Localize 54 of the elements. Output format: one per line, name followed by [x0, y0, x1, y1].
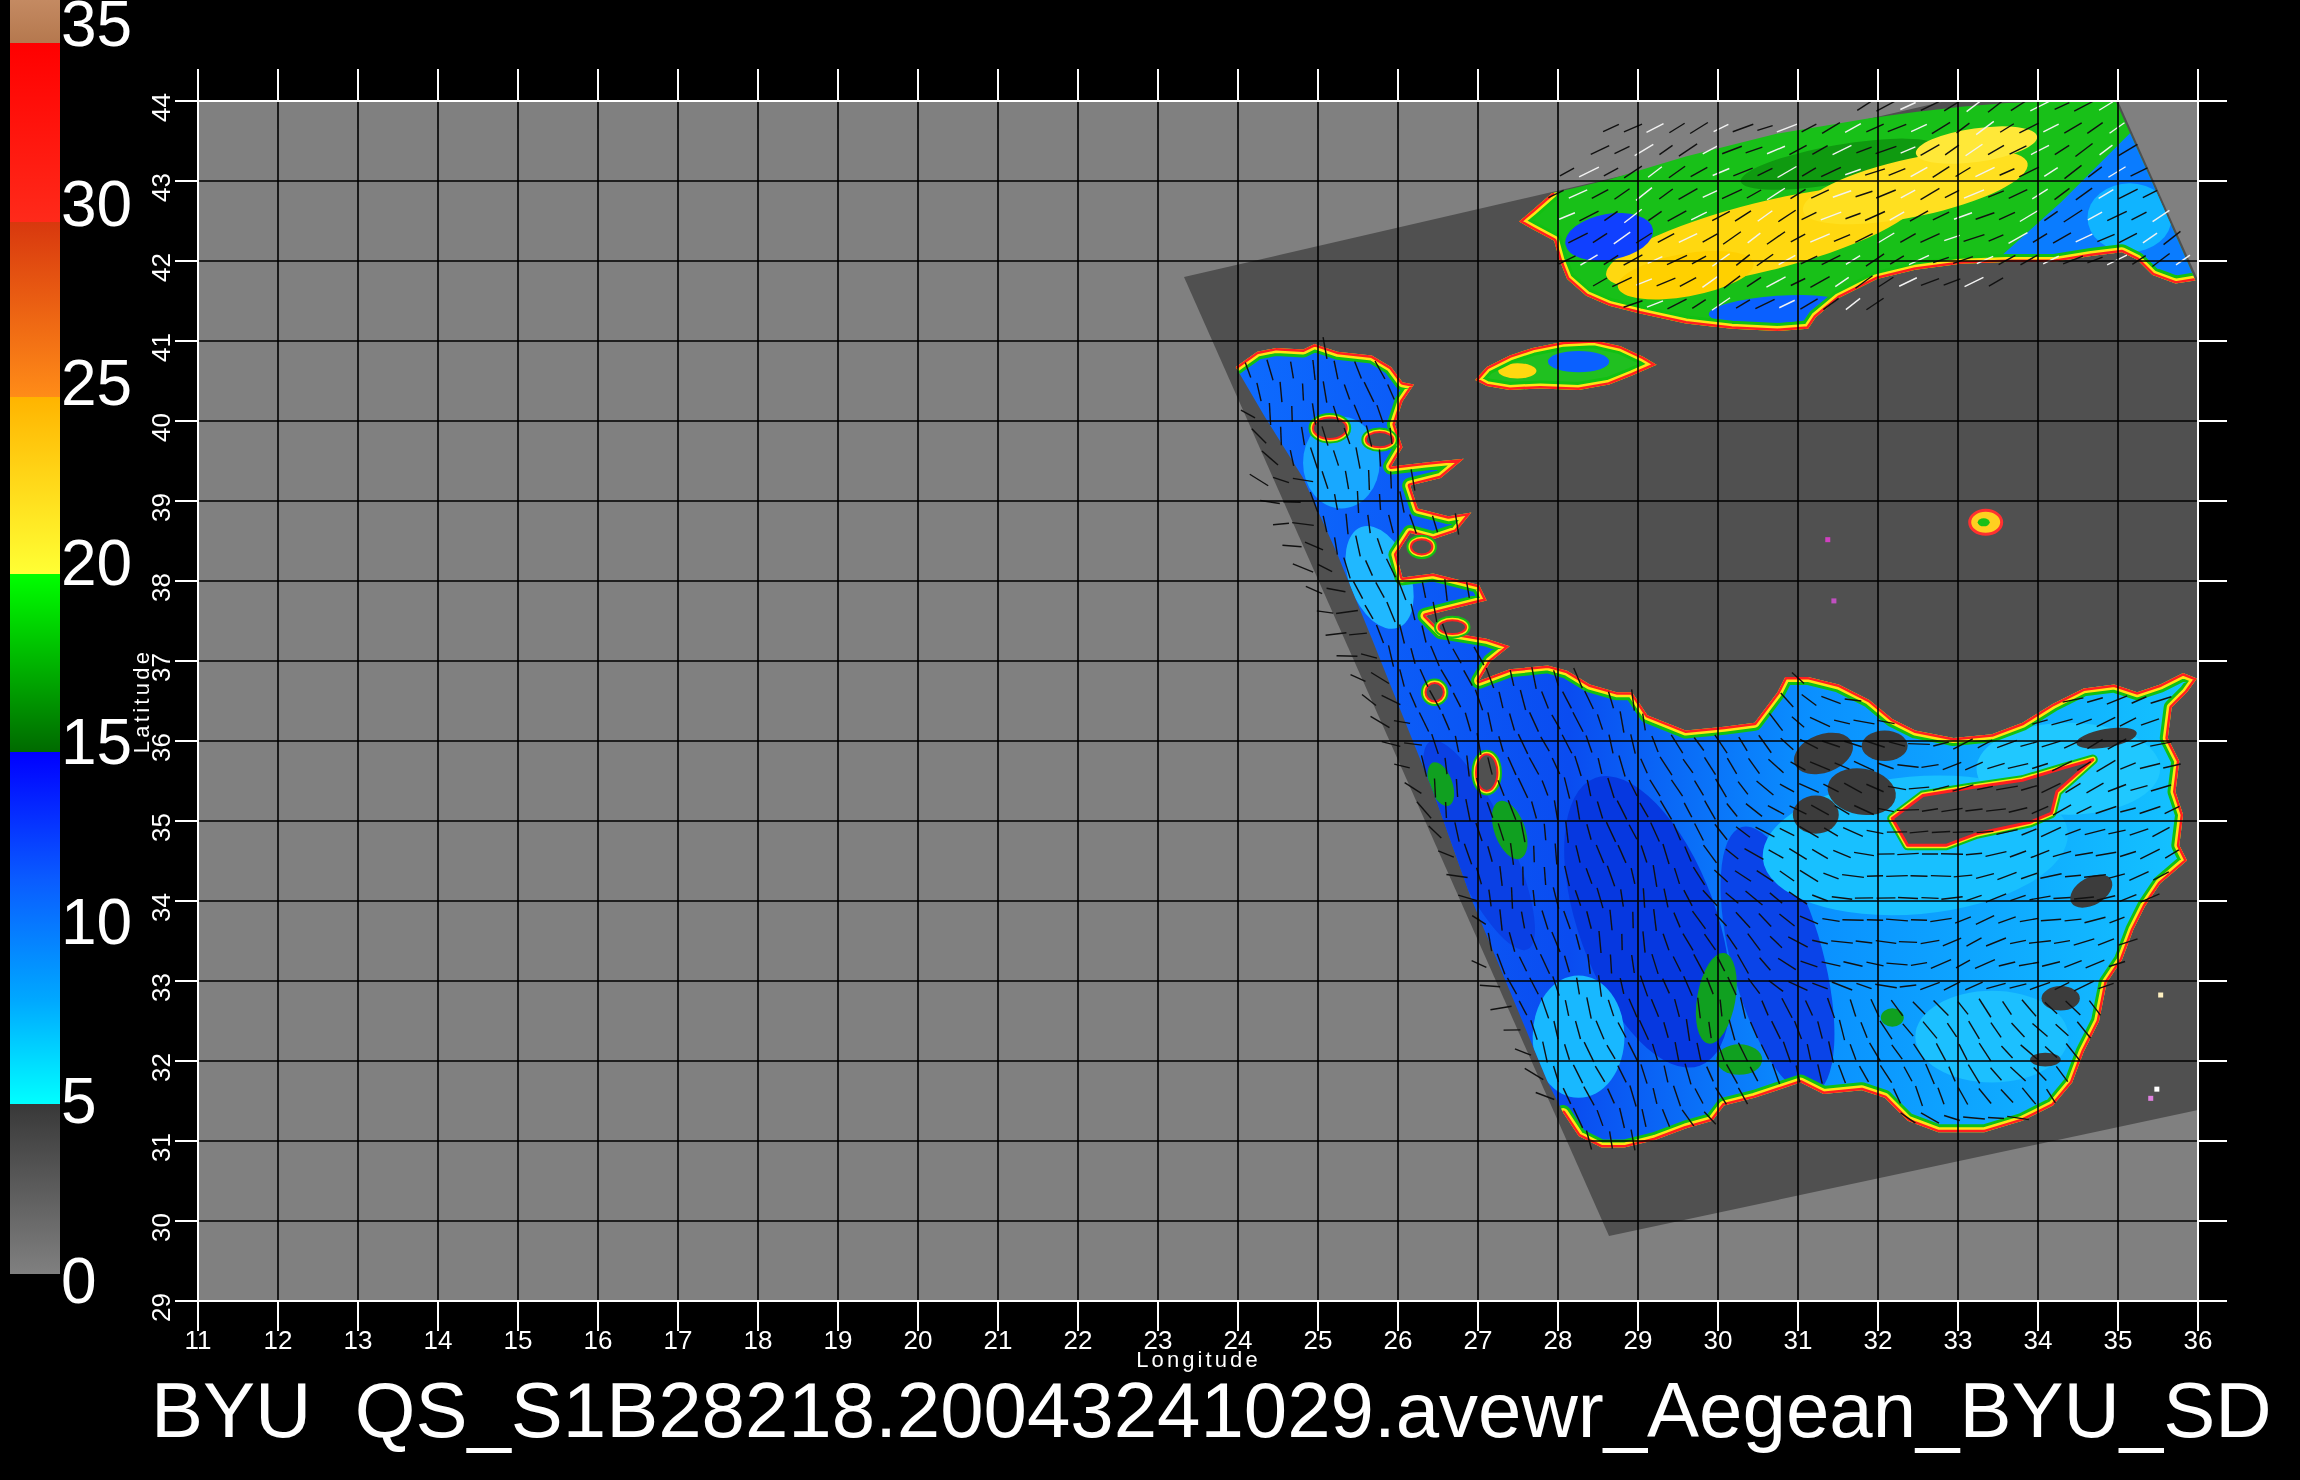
- x-tick-label: 36: [2183, 1331, 2213, 1350]
- x-tick-label: 32: [1863, 1331, 1893, 1350]
- y-tick-label: 37: [151, 652, 171, 682]
- x-axis-title: Longitude: [1136, 1350, 1261, 1370]
- x-tick-label: 26: [1383, 1331, 1413, 1350]
- x-tick-label: 31: [1783, 1331, 1813, 1350]
- x-tick-label: 18: [743, 1331, 773, 1350]
- y-tick-label: 36: [151, 732, 171, 762]
- y-tick-label: 34: [151, 892, 171, 922]
- y-tick-label: 31: [151, 1132, 171, 1162]
- y-tick-label: 32: [151, 1052, 171, 1082]
- scale-label: 25: [61, 359, 133, 408]
- x-tick-label: 29: [1623, 1331, 1653, 1350]
- y-tick-label: 40: [151, 412, 171, 442]
- y-tick-label: 33: [151, 972, 171, 1002]
- x-tick-label: 28: [1543, 1331, 1573, 1350]
- y-tick-label: 38: [151, 572, 171, 602]
- scale-label: 10: [61, 897, 133, 946]
- y-tick-label: 41: [151, 332, 171, 362]
- x-tick-label: 25: [1303, 1331, 1333, 1350]
- x-tick-label: 12: [263, 1331, 293, 1350]
- x-tick-label: 33: [1943, 1331, 1973, 1350]
- x-tick-label: 30: [1703, 1331, 1733, 1350]
- x-tick-label: 24: [1223, 1331, 1253, 1350]
- y-tick-label: 30: [151, 1212, 171, 1242]
- scale-label: 0: [61, 1256, 97, 1305]
- y-tick-label: 43: [151, 172, 171, 202]
- x-tick-label: 22: [1063, 1331, 1093, 1350]
- scale-label: 20: [61, 538, 133, 587]
- x-tick-label: 16: [583, 1331, 613, 1350]
- x-tick-label: 19: [823, 1331, 853, 1350]
- y-axis-title: Latitude: [133, 648, 151, 754]
- x-tick-label: 23: [1143, 1331, 1173, 1350]
- file-name-title: BYU QS_S1B28218.20043241029.avewr_Aegean_BYU_SD: [151, 1373, 2272, 1456]
- x-tick-label: 15: [503, 1331, 533, 1350]
- x-tick-label: 14: [423, 1331, 453, 1350]
- y-tick-label: 35: [151, 812, 171, 842]
- y-tick-label: 44: [151, 92, 171, 122]
- scale-label: 5: [61, 1077, 97, 1126]
- x-tick-label: 27: [1463, 1331, 1493, 1350]
- scale-label: 35: [61, 0, 133, 48]
- scale-label: 30: [61, 179, 133, 228]
- lake-patch: [1968, 508, 2004, 536]
- x-tick-label: 34: [2023, 1331, 2053, 1350]
- x-tick-label: 13: [343, 1331, 373, 1350]
- x-tick-label: 20: [903, 1331, 933, 1350]
- x-tick-label: 11: [184, 1331, 212, 1350]
- x-tick-label: 17: [663, 1331, 693, 1350]
- x-tick-label: 21: [983, 1331, 1013, 1350]
- y-tick-label: 39: [151, 492, 171, 522]
- y-tick-label: 29: [151, 1292, 171, 1322]
- y-tick-label: 42: [151, 252, 171, 282]
- scale-label: 15: [61, 718, 133, 767]
- x-tick-label: 35: [2103, 1331, 2133, 1350]
